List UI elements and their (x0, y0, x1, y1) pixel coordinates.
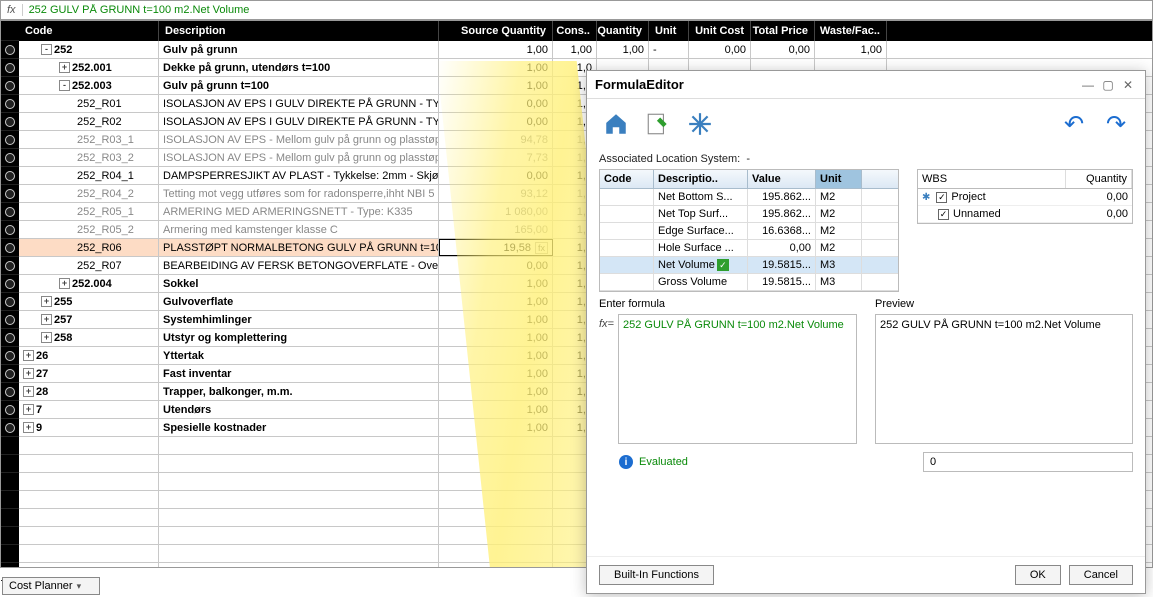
snowflake-icon (687, 111, 713, 137)
col-quantity[interactable]: Quantity (597, 21, 649, 41)
home-icon (603, 111, 629, 137)
fx-label: fx (1, 4, 23, 16)
checkbox-icon[interactable]: ✓ (936, 192, 947, 203)
property-row[interactable]: Hole Surface ...0,00M2 (600, 240, 898, 257)
home-button[interactable] (599, 107, 633, 141)
prop-col-unit[interactable]: Unit (816, 170, 862, 188)
col-unit-cost[interactable]: Unit Cost (689, 21, 751, 41)
undo-button[interactable]: ↶ (1057, 107, 1091, 141)
prop-col-value[interactable]: Value (748, 170, 816, 188)
evaluated-output: 0 (923, 452, 1133, 472)
expand-icon[interactable]: + (23, 368, 34, 379)
redo-icon: ↶ (1106, 110, 1126, 139)
col-cons[interactable]: Cons.. (553, 21, 597, 41)
col-unit[interactable]: Unit (649, 21, 689, 41)
minimize-icon[interactable]: — (1079, 78, 1097, 92)
evaluated-label: Evaluated (639, 456, 688, 468)
enter-formula-label: Enter formula (599, 298, 857, 310)
module-tab-bar: Cost Planner (2, 577, 100, 595)
property-row[interactable]: Edge Surface...16.6368...M2 (600, 223, 898, 240)
table-row[interactable]: -252Gulv på grunn1,001,001,00-0,000,001,… (19, 41, 1152, 59)
cancel-button[interactable]: Cancel (1069, 565, 1133, 585)
dialog-title: FormulaEditor (595, 77, 1077, 92)
col-total-price[interactable]: ●Total Price (751, 21, 815, 41)
check-icon: ✓ (717, 259, 729, 271)
expand-icon[interactable]: + (23, 386, 34, 397)
wbs-row[interactable]: ✓ Project0,00 (918, 189, 1132, 206)
prop-col-description[interactable]: Descriptio.. (654, 170, 748, 188)
info-icon: i (619, 455, 633, 469)
expand-icon[interactable]: + (59, 278, 70, 289)
formula-bar: fx (0, 0, 1153, 20)
property-grid[interactable]: Code Descriptio.. Value Unit Net Bottom … (599, 169, 899, 292)
grid-header-row: Code Description Source Quantity Cons.. … (19, 21, 1152, 41)
close-icon[interactable]: ✕ (1119, 78, 1137, 92)
expand-icon[interactable]: + (41, 296, 52, 307)
wbs-icon (922, 191, 932, 203)
redo-button[interactable]: ↶ (1099, 107, 1133, 141)
wbs-col-name[interactable]: WBS (918, 170, 1066, 188)
associated-location-label: Associated Location System: - (587, 149, 1145, 169)
wbs-row[interactable]: ✓ Unnamed0,00 (918, 206, 1132, 223)
checkbox-icon[interactable]: ✓ (938, 209, 949, 220)
wbs-grid[interactable]: WBS Quantity ✓ Project0,00✓ Unnamed0,00 (917, 169, 1133, 224)
formula-textarea[interactable]: 252 GULV PÅ GRUNN t=100 m2.Net Volume (618, 314, 857, 444)
maximize-icon[interactable]: ▢ (1099, 78, 1117, 92)
col-waste-factor[interactable]: Waste/Fac.. (815, 21, 887, 41)
col-description[interactable]: Description (159, 21, 439, 41)
expand-icon[interactable]: - (41, 44, 52, 55)
expand-icon[interactable]: + (41, 314, 52, 325)
dialog-toolbar: ↶ ↶ (587, 99, 1145, 149)
row-marker-column (1, 21, 19, 567)
expand-icon[interactable]: + (59, 62, 70, 73)
col-source-quantity[interactable]: Source Quantity (439, 21, 553, 41)
prop-col-code[interactable]: Code (600, 170, 654, 188)
formula-input[interactable] (23, 4, 1152, 16)
property-row[interactable]: Net Top Surf...195.862...M2 (600, 206, 898, 223)
dialog-titlebar: FormulaEditor — ▢ ✕ (587, 71, 1145, 99)
expand-icon[interactable]: - (59, 80, 70, 91)
link-button[interactable] (683, 107, 717, 141)
property-row[interactable]: Net Volume✓19.5815...M3 (600, 257, 898, 274)
undo-icon: ↶ (1064, 110, 1084, 139)
builtin-functions-button[interactable]: Built-In Functions (599, 565, 714, 585)
property-row[interactable]: Gross Volume19.5815...M3 (600, 274, 898, 291)
edit-button[interactable] (641, 107, 675, 141)
formula-editor-dialog: FormulaEditor — ▢ ✕ ↶ ↶ Associated Locat… (586, 70, 1146, 594)
wbs-col-qty[interactable]: Quantity (1066, 170, 1132, 188)
expand-icon[interactable]: + (23, 350, 34, 361)
fx-equals-label: fx= (599, 314, 614, 330)
edit-icon (645, 111, 671, 137)
expand-icon[interactable]: + (41, 332, 52, 343)
expand-icon[interactable]: + (23, 422, 34, 433)
module-selector[interactable]: Cost Planner (2, 577, 100, 595)
preview-box: 252 GULV PÅ GRUNN t=100 m2.Net Volume (875, 314, 1133, 444)
expand-icon[interactable]: + (23, 404, 34, 415)
col-code[interactable]: Code (19, 21, 159, 41)
property-row[interactable]: Net Bottom S...195.862...M2 (600, 189, 898, 206)
ok-button[interactable]: OK (1015, 565, 1061, 585)
preview-label: Preview (875, 298, 1133, 310)
